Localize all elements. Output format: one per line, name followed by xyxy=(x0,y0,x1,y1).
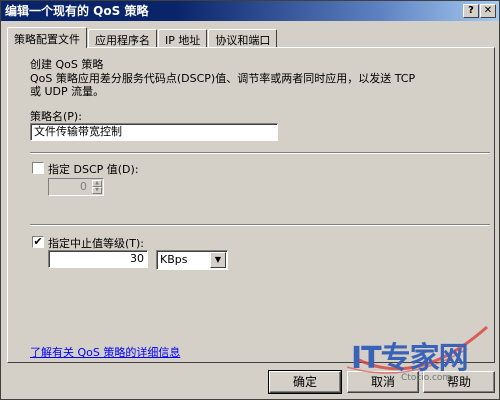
qos-policy-dialog: 编辑一个现有的 QoS 策略 ? ✕ 策略配置文件 应用程序名 IP 地址 协议… xyxy=(0,0,500,400)
throttle-unit-value: KBps xyxy=(160,253,188,266)
throttle-rate-value: 30 xyxy=(130,252,144,265)
throttle-checkbox[interactable]: ✔ xyxy=(32,236,44,248)
tab-application-name[interactable]: 应用程序名 xyxy=(88,29,157,47)
dscp-checkbox-label[interactable]: 指定 DSCP 值(D): xyxy=(48,161,139,177)
policy-name-input[interactable]: 文件传输带宽控制 xyxy=(30,123,278,141)
title-bar[interactable]: 编辑一个现有的 QoS 策略 xyxy=(1,1,499,21)
chevron-down-icon[interactable]: ▼ xyxy=(210,252,226,268)
separator xyxy=(30,224,490,226)
tab-panel: 创建 QoS 策略 QoS 策略应用差分服务代码点(DSCP)值、调节率或两者同… xyxy=(7,47,495,363)
dscp-checkbox[interactable] xyxy=(32,162,44,174)
policy-name-label: 策略名(P): xyxy=(30,110,82,123)
ok-button[interactable]: 确定 xyxy=(268,370,342,394)
throttle-rate-input[interactable]: 30 xyxy=(48,250,148,268)
policy-name-value: 文件传输带宽控制 xyxy=(34,125,122,138)
spin-down-icon[interactable]: ▼ xyxy=(92,187,102,194)
help-icon[interactable]: ? xyxy=(463,4,479,18)
description-line-2: 或 UDP 流量。 xyxy=(30,85,105,98)
watermark-domain: Ctocio.com xyxy=(401,373,452,383)
tab-ip-address[interactable]: IP 地址 xyxy=(158,29,208,47)
window-title: 编辑一个现有的 QoS 策略 xyxy=(5,4,149,18)
close-icon[interactable]: ✕ xyxy=(480,4,496,18)
dscp-value-spinner[interactable]: 0 ▲ ▼ xyxy=(48,178,104,196)
watermark-logo: IT专家网 Ctocio.com xyxy=(337,319,497,391)
tab-policy-profile[interactable]: 策略配置文件 xyxy=(7,27,87,48)
throttle-checkbox-label[interactable]: 指定中止值等级(T): xyxy=(48,235,144,251)
dscp-value: 0 xyxy=(80,180,87,193)
learn-more-link[interactable]: 了解有关 QoS 策略的详细信息 xyxy=(30,344,180,360)
spin-up-icon[interactable]: ▲ xyxy=(92,180,102,187)
throttle-unit-select[interactable]: KBps ▼ xyxy=(156,250,228,270)
spinner-arrows: ▲ ▼ xyxy=(92,180,102,194)
tab-protocol-ports[interactable]: 协议和端口 xyxy=(208,29,278,47)
tab-strip: 策略配置文件 应用程序名 IP 地址 协议和端口 xyxy=(7,27,278,48)
separator xyxy=(30,152,490,154)
watermark-brand: IT专家网 xyxy=(351,341,469,376)
